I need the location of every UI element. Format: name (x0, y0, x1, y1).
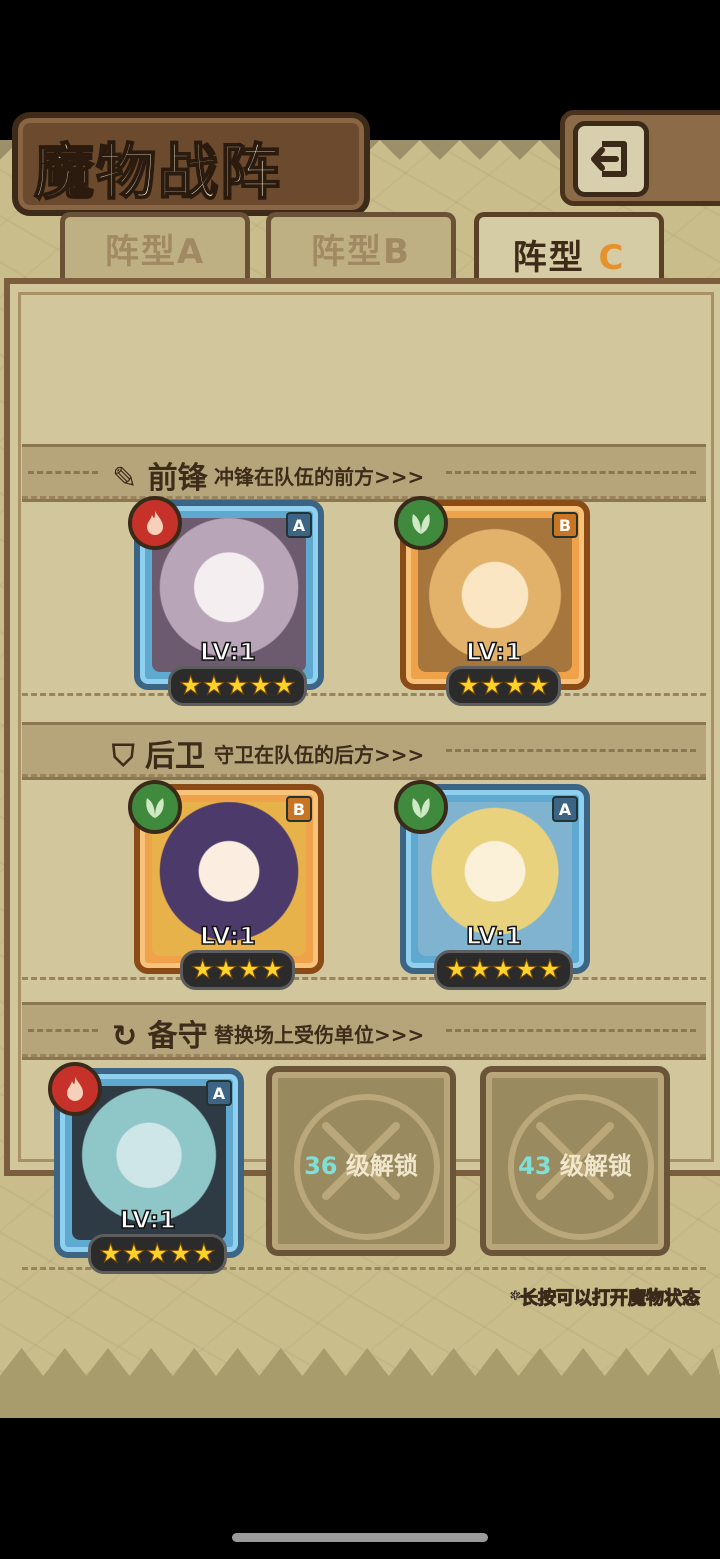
level-label: LV:1 (199, 637, 256, 667)
section-back-subtitle: 守卫在队伍的后方>>> (214, 743, 425, 767)
level-label: LV:1 (199, 921, 256, 951)
fire-element-icon (128, 496, 182, 550)
section-reserve-title: ↻ 备守 (112, 1019, 208, 1054)
back-row (22, 774, 706, 980)
page-title: 魔物战阵 (33, 137, 282, 209)
front-row (22, 496, 706, 696)
star-rating: ★★★★ (446, 666, 562, 706)
locked-slot-2[interactable]: 43 级解锁 (480, 1066, 670, 1256)
section-reserve-header: ↻ 备守 替换场上受伤单位>>> (22, 1002, 706, 1060)
unlock-level-text: 36 级解锁 (304, 1152, 418, 1180)
home-indicator[interactable] (232, 1533, 488, 1542)
unlock-level-text: 43 级解锁 (518, 1152, 632, 1180)
bottom-border (0, 1348, 720, 1418)
long-press-hint: *长按可以打开魔物状态 (510, 1288, 700, 1310)
star-rating: ★★★★★ (88, 1234, 227, 1274)
section-front-title: ✎ 前锋 (112, 461, 208, 496)
grade-badge: A (206, 1080, 232, 1106)
star-rating: ★★★★★ (434, 950, 573, 990)
locked-slot-1[interactable]: 36 级解锁 (266, 1066, 456, 1256)
grass-element-icon (128, 780, 182, 834)
section-reserve-subtitle: 替换场上受伤单位>>> (214, 1023, 425, 1047)
back-button-holder (560, 110, 720, 206)
tab-label: 阵型A (104, 231, 206, 272)
level-label: LV:1 (119, 1205, 176, 1235)
back-button[interactable] (573, 121, 649, 197)
level-label: LV:1 (465, 921, 522, 951)
title-plate: 魔物战阵 (12, 112, 370, 216)
grass-element-icon (394, 780, 448, 834)
tab-formation-a[interactable]: 阵型A (60, 212, 250, 279)
grade-badge: B (552, 512, 578, 538)
tab-label: 阵型 C (512, 237, 626, 278)
grade-badge: A (552, 796, 578, 822)
star-rating: ★★★★★ (168, 666, 307, 706)
section-front-subtitle: 冲锋在队伍的前方>>> (214, 465, 425, 489)
tab-label: 阵型B (311, 231, 411, 272)
grass-element-icon (394, 496, 448, 550)
grade-badge: A (286, 512, 312, 538)
star-rating: ★★★★ (180, 950, 296, 990)
section-back-header: ⛉ 后卫 守卫在队伍的后方>>> (22, 722, 706, 780)
grade-badge: B (286, 796, 312, 822)
return-arrow-icon (591, 141, 627, 177)
fire-element-icon (48, 1062, 102, 1116)
level-label: LV:1 (465, 637, 522, 667)
section-front-header: ✎ 前锋 冲锋在队伍的前方>>> (22, 444, 706, 502)
section-back-title: ⛉ 后卫 (112, 739, 205, 774)
formation-board: ✎ 前锋 冲锋在队伍的前方>>> ⛉ 后卫 守卫在队伍的后方>>> ↻ 备守 替… (4, 278, 720, 1270)
tab-formation-b[interactable]: 阵型B (266, 212, 456, 279)
